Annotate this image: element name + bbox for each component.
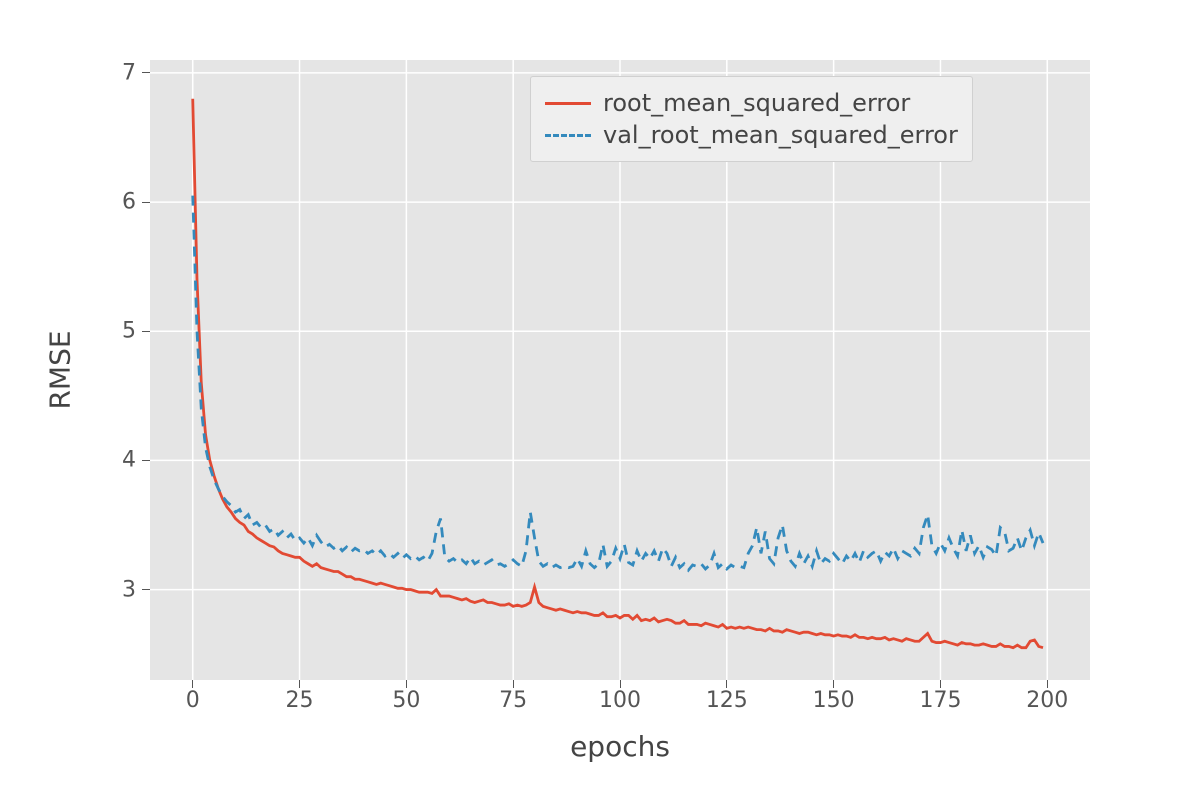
- figure: root_mean_squared_error val_root_mean_sq…: [0, 0, 1200, 800]
- series-group: [193, 99, 1043, 648]
- x-tick-mark: [513, 680, 514, 688]
- x-tick-mark: [406, 680, 407, 688]
- x-tick-label: 125: [706, 688, 748, 713]
- y-tick-label: 7: [76, 60, 136, 85]
- x-tick-label: 50: [392, 688, 420, 713]
- x-tick-label: 25: [286, 688, 314, 713]
- legend-item-train: root_mean_squared_error: [545, 87, 958, 119]
- plot-axes: root_mean_squared_error val_root_mean_sq…: [150, 60, 1090, 680]
- legend-item-val: val_root_mean_squared_error: [545, 119, 958, 151]
- x-tick-label: 100: [599, 688, 641, 713]
- legend-label-train: root_mean_squared_error: [603, 89, 910, 117]
- x-tick-label: 0: [186, 688, 200, 713]
- x-axis-label: epochs: [570, 730, 670, 763]
- y-tick-mark: [142, 202, 150, 203]
- y-tick-mark: [142, 331, 150, 332]
- y-axis-label: RMSE: [44, 330, 77, 409]
- legend-swatch-val-icon: [545, 134, 591, 137]
- y-tick-label: 6: [76, 190, 136, 215]
- x-tick-mark: [192, 680, 193, 688]
- x-tick-mark: [940, 680, 941, 688]
- x-tick-mark: [726, 680, 727, 688]
- x-tick-label: 150: [813, 688, 855, 713]
- x-tick-label: 75: [499, 688, 527, 713]
- y-tick-mark: [142, 72, 150, 73]
- y-tick-label: 4: [76, 448, 136, 473]
- y-tick-label: 5: [76, 319, 136, 344]
- legend-label-val: val_root_mean_squared_error: [603, 121, 958, 149]
- x-tick-label: 175: [919, 688, 961, 713]
- y-tick-label: 3: [76, 577, 136, 602]
- y-tick-mark: [142, 460, 150, 461]
- x-tick-mark: [833, 680, 834, 688]
- y-tick-mark: [142, 589, 150, 590]
- legend-swatch-train-icon: [545, 102, 591, 105]
- x-tick-label: 200: [1026, 688, 1068, 713]
- series-train-rmse: [193, 99, 1043, 648]
- series-val-rmse: [193, 196, 1043, 571]
- x-tick-mark: [1047, 680, 1048, 688]
- x-tick-mark: [620, 680, 621, 688]
- x-tick-mark: [299, 680, 300, 688]
- legend: root_mean_squared_error val_root_mean_sq…: [530, 76, 973, 162]
